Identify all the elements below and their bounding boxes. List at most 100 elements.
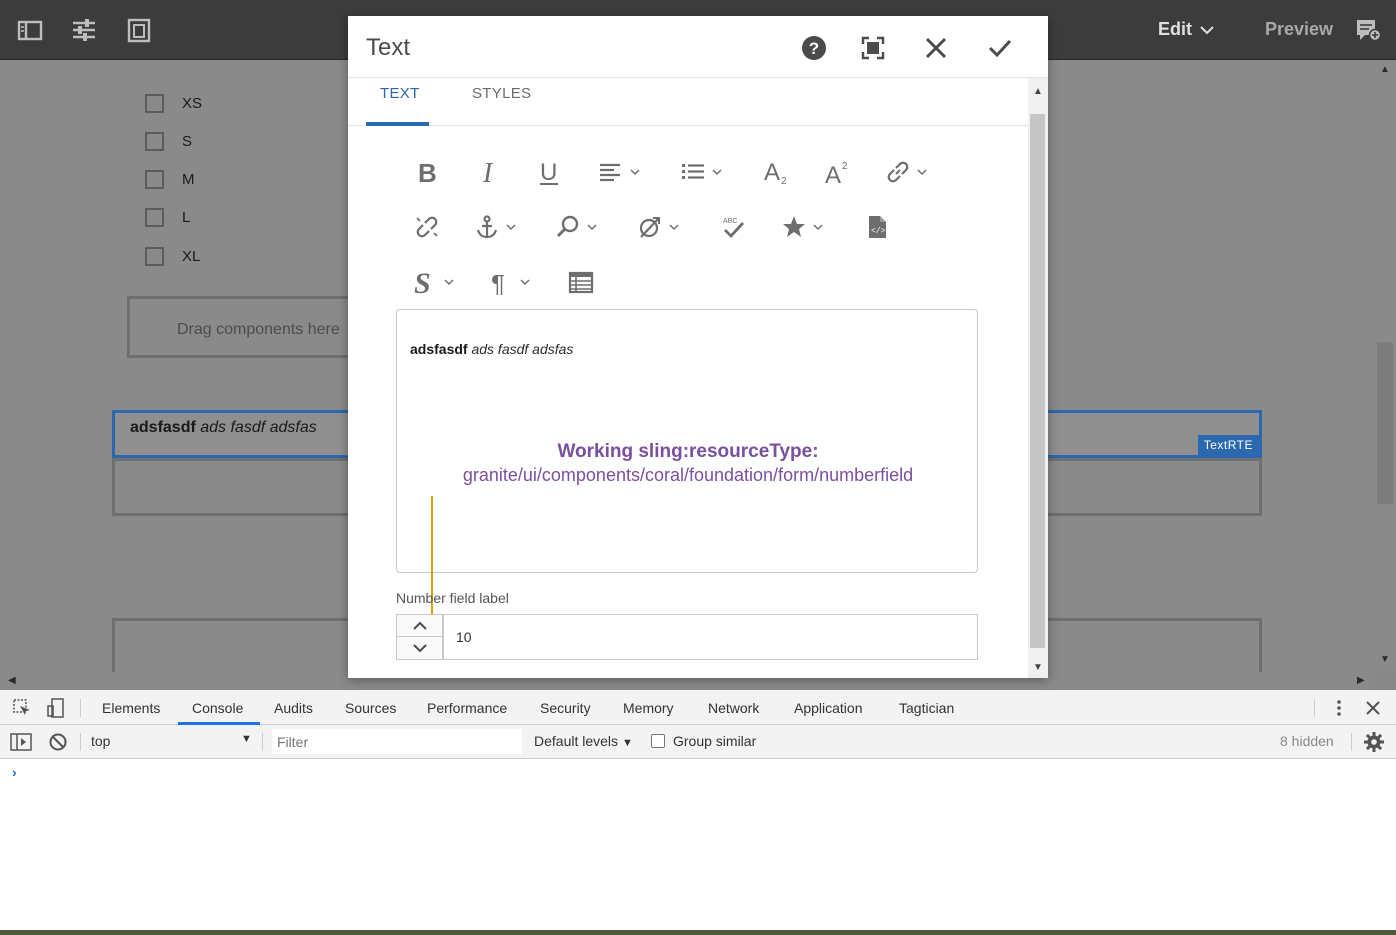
size-option-label: XS xyxy=(182,95,203,112)
size-checkbox[interactable] xyxy=(145,247,164,266)
size-checkbox[interactable] xyxy=(145,132,164,151)
anchor-dropdown[interactable] xyxy=(474,214,516,240)
devtools-tab-tagtician[interactable]: Tagtician xyxy=(899,700,954,716)
svg-text:B: B xyxy=(418,159,437,185)
drag-components-zone[interactable]: Drag components here xyxy=(127,296,367,358)
number-field-stepper xyxy=(396,614,443,660)
preview-button[interactable]: Preview xyxy=(1265,19,1333,40)
paste-dropdown[interactable] xyxy=(637,214,679,240)
close-devtools-icon[interactable] xyxy=(1364,699,1382,722)
devtools-tab-performance[interactable]: Performance xyxy=(427,700,507,716)
caret-down-icon: ▼ xyxy=(621,737,633,749)
annotations-icon[interactable] xyxy=(1354,16,1382,44)
chevron-down-icon xyxy=(587,224,597,231)
devtools-tab-sources[interactable]: Sources xyxy=(345,700,396,716)
link-dropdown[interactable] xyxy=(885,159,927,185)
scroll-up-arrow[interactable]: ▲ xyxy=(1033,86,1043,97)
subscript-button[interactable]: A2 xyxy=(763,159,789,185)
table-button[interactable] xyxy=(568,269,594,295)
gear-icon[interactable] xyxy=(1363,731,1385,758)
group-similar-checkbox[interactable] xyxy=(651,734,665,748)
special-characters-dropdown[interactable] xyxy=(781,214,823,240)
toolbar-divider xyxy=(1351,733,1352,751)
scroll-right-arrow[interactable]: ▶ xyxy=(1357,675,1365,686)
execution-context-select[interactable]: top xyxy=(91,733,110,749)
device-toolbar-icon[interactable] xyxy=(46,698,66,723)
size-option-m[interactable]: M xyxy=(145,170,195,189)
edit-mode-dropdown[interactable]: Edit xyxy=(1158,19,1214,40)
svg-text:S: S xyxy=(414,269,431,295)
console-filter-input[interactable] xyxy=(272,729,522,754)
devtools-tab-network[interactable]: Network xyxy=(708,700,759,716)
devtools-tab-security[interactable]: Security xyxy=(540,700,591,716)
increment-button[interactable] xyxy=(397,615,442,637)
find-replace-dropdown[interactable] xyxy=(555,214,597,240)
clear-console-icon[interactable] xyxy=(48,732,68,757)
paragraph-format-dropdown[interactable]: ¶ xyxy=(488,269,530,295)
source-edit-button[interactable]: </> xyxy=(864,214,890,240)
size-option-l[interactable]: L xyxy=(145,208,190,227)
inspect-element-icon[interactable] xyxy=(12,698,32,723)
paragraph-icon: ¶ xyxy=(491,269,505,295)
styles-dropdown[interactable]: S xyxy=(412,269,454,295)
scroll-down-arrow[interactable]: ▼ xyxy=(1380,654,1390,665)
console-sidebar-icon[interactable] xyxy=(10,732,32,757)
close-icon[interactable] xyxy=(922,34,950,62)
devtools-tab-audits[interactable]: Audits xyxy=(274,700,313,716)
size-checkbox[interactable] xyxy=(145,170,164,189)
page-vertical-scrollbar[interactable]: ▲ ▼ xyxy=(1374,60,1396,672)
italic-button[interactable]: I xyxy=(476,159,502,185)
scroll-up-arrow[interactable]: ▲ xyxy=(1380,64,1390,75)
devtools-tab-memory[interactable]: Memory xyxy=(623,700,674,716)
lists-dropdown[interactable] xyxy=(680,159,722,185)
dialog-title: Text xyxy=(366,34,411,61)
search-icon xyxy=(556,215,579,238)
help-icon[interactable]: ? xyxy=(800,34,828,62)
size-checkbox[interactable] xyxy=(145,208,164,227)
svg-text:A: A xyxy=(825,162,841,185)
bold-icon: B xyxy=(418,159,437,185)
chevron-down-icon xyxy=(412,643,427,652)
scroll-down-arrow[interactable]: ▼ xyxy=(1033,662,1043,673)
log-levels-dropdown[interactable]: Default levels ▼ xyxy=(534,733,633,749)
tab-text[interactable]: TEXT xyxy=(380,85,420,102)
size-option-xl[interactable]: XL xyxy=(145,247,200,266)
underline-button[interactable]: U xyxy=(537,159,563,185)
dialog-tabs: TEXT STYLES xyxy=(348,78,1028,126)
checkmark-done-icon[interactable] xyxy=(986,34,1014,62)
edit-mode-label: Edit xyxy=(1158,19,1192,39)
fullscreen-icon[interactable] xyxy=(859,34,887,62)
decrement-button[interactable] xyxy=(397,637,442,659)
spellcheck-button[interactable]: ABC xyxy=(720,214,746,240)
chevron-down-icon xyxy=(669,224,679,231)
devtools-tab-application[interactable]: Application xyxy=(794,700,863,716)
dialog-header: Text ? xyxy=(348,16,1048,78)
tab-styles[interactable]: STYLES xyxy=(472,85,531,102)
size-option-s[interactable]: S xyxy=(145,132,192,151)
toolbar-divider xyxy=(80,733,81,751)
size-checkbox[interactable] xyxy=(145,94,164,113)
scrollbar-thumb[interactable] xyxy=(1377,342,1393,504)
svg-text:ABC: ABC xyxy=(723,218,737,225)
emulator-device-icon[interactable] xyxy=(125,16,153,44)
number-field-label: Number field label xyxy=(396,590,509,606)
chevron-down-icon xyxy=(813,224,823,231)
justify-dropdown[interactable] xyxy=(598,159,640,185)
side-panel-icon[interactable] xyxy=(16,16,44,44)
bold-button[interactable]: B xyxy=(414,159,440,185)
unlink-button[interactable] xyxy=(414,214,440,240)
more-options-icon[interactable] xyxy=(1330,698,1348,723)
scroll-left-arrow[interactable]: ◀ xyxy=(8,675,16,686)
scrollbar-thumb[interactable] xyxy=(1030,114,1045,648)
properties-sliders-icon[interactable] xyxy=(70,16,98,44)
number-field-input[interactable] xyxy=(443,614,978,660)
rich-text-editor-area[interactable]: adsfasdf ads fasdf adsfas Working sling:… xyxy=(396,309,978,573)
dialog-scrollbar[interactable]: ▲ ▼ xyxy=(1028,78,1048,678)
size-option-xs[interactable]: XS xyxy=(145,94,202,113)
devtools-tab-console[interactable]: Console xyxy=(192,700,243,716)
devtools-tab-elements[interactable]: Elements xyxy=(102,700,160,716)
unlink-icon xyxy=(416,216,438,238)
superscript-button[interactable]: A2 xyxy=(824,159,850,185)
console-prompt[interactable]: › xyxy=(12,764,17,780)
underline-icon: U xyxy=(540,159,558,185)
